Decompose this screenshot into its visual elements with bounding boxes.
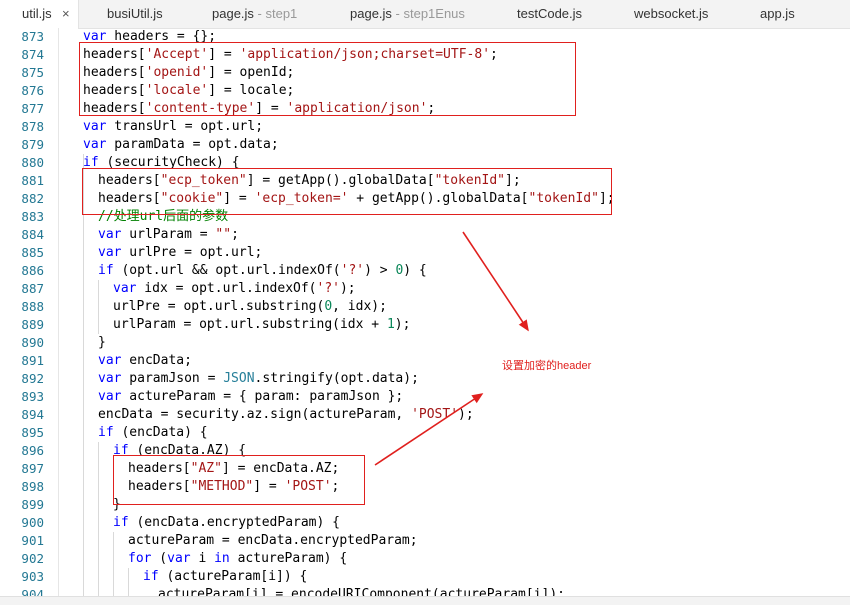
code-line: var encData;: [98, 353, 192, 368]
indent-guide: [83, 154, 84, 596]
indent-guide: [113, 532, 114, 596]
tab-testcode-js[interactable]: testCode.js: [517, 0, 582, 28]
tab-label: busiUtil.js: [107, 6, 163, 21]
code-line: var transUrl = opt.url;: [83, 119, 264, 134]
tab-app-js[interactable]: app.js: [760, 0, 795, 28]
tab-label: util.js: [22, 6, 52, 21]
tab-description: - step1Enus: [391, 6, 465, 21]
annotation-label: 设置加密的header: [502, 360, 592, 372]
tab-label: websocket.js: [634, 6, 709, 21]
code-line: encData = security.az.sign(actureParam, …: [98, 407, 474, 422]
code-line: if (opt.url && opt.url.indexOf('?') > 0)…: [98, 263, 427, 278]
code-line: if (actureParam[i]) {: [143, 569, 308, 584]
tab-label: testCode.js: [517, 6, 583, 21]
tab-label: page.js: [212, 6, 254, 21]
tab-busiutil-js[interactable]: busiUtil.js: [107, 0, 163, 28]
highlight-box-default-headers: [79, 42, 576, 116]
code-line: actureParam = encData.encryptedParam;: [128, 533, 418, 548]
code-line: var idx = opt.url.indexOf('?');: [113, 281, 356, 296]
code-line: }: [98, 335, 106, 350]
highlight-box-az-headers: [113, 455, 365, 505]
code-line: if (encData) {: [98, 425, 208, 440]
close-icon[interactable]: ×: [62, 0, 70, 27]
tab-page-js-step1enus[interactable]: page.js - step1Enus: [350, 0, 465, 28]
tab-util-js[interactable]: util.js ×: [0, 0, 79, 29]
tab-websocket-js[interactable]: websocket.js: [634, 0, 708, 28]
code-line: for (var i in actureParam) {: [128, 551, 348, 566]
tab-page-js-step1[interactable]: page.js - step1: [212, 0, 297, 28]
code-line: var paramJson = JSON.stringify(opt.data)…: [98, 371, 419, 386]
indent-guide: [128, 568, 129, 596]
tab-label: app.js: [760, 6, 795, 21]
tab-label: page.js: [350, 6, 392, 21]
tab-description: - step1: [253, 6, 298, 21]
code-line: actureParam[i] = encodeURIComponent(actu…: [158, 587, 565, 596]
code-line: var paramData = opt.data;: [83, 137, 279, 152]
editor-tab-bar: util.js × busiUtil.js page.js - step1 pa…: [0, 0, 850, 29]
indent-guide: [98, 442, 99, 596]
code-line: var urlPre = opt.url;: [98, 245, 263, 260]
highlight-box-token-headers: [82, 168, 612, 215]
code-line: var actureParam = { param: paramJson };: [98, 389, 404, 404]
code-line: urlPre = opt.url.substring(0, idx);: [113, 299, 387, 314]
indent-guide: [98, 280, 99, 334]
code-line: if (encData.encryptedParam) {: [113, 515, 340, 530]
code-line: urlParam = opt.url.substring(idx + 1);: [113, 317, 411, 332]
code-line: var urlParam = "";: [98, 227, 239, 242]
